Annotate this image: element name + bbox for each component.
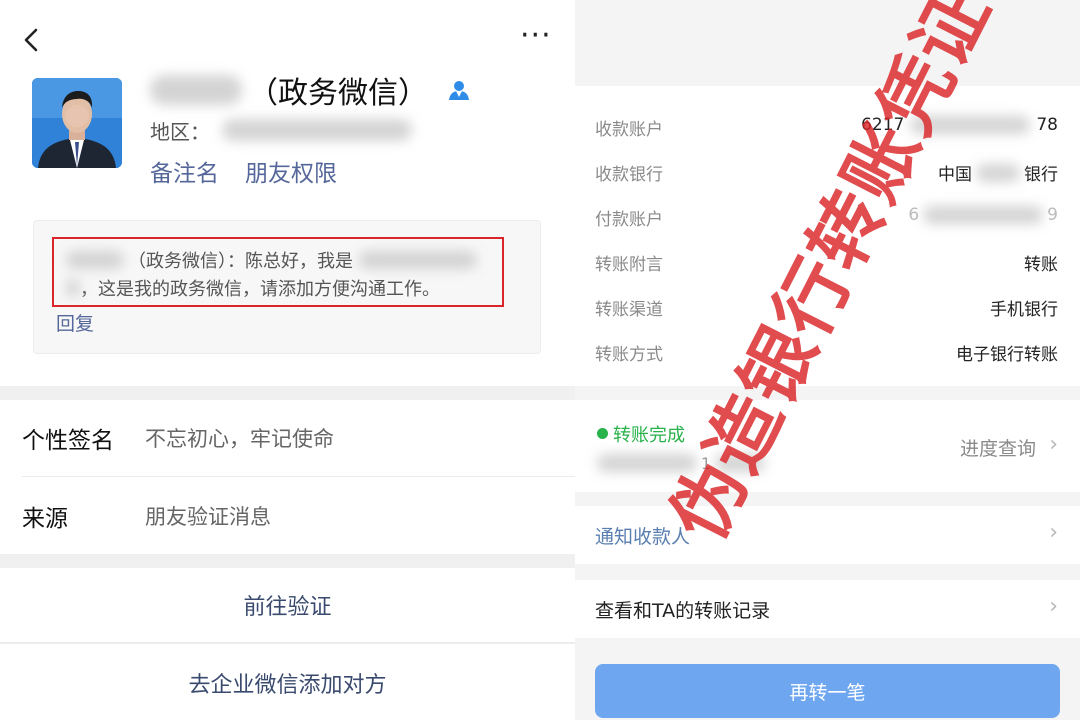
signature-value: 不忘初心，牢记使命 <box>145 427 334 451</box>
detail-row-payee-account: 收款账户 6217 78 <box>575 112 1080 142</box>
message-line-2: ，这是我的政务微信，请添加方便沟通工作。 <box>66 275 440 301</box>
back-arrow-icon[interactable] <box>18 24 46 56</box>
section-divider <box>0 386 575 400</box>
detail-value: 转账 <box>1024 255 1058 275</box>
chevron-right-icon: › <box>1049 594 1058 619</box>
progress-query-link[interactable]: 进度查询 <box>960 434 1036 461</box>
wechat-contact-profile: ··· （政务微信） 地区： 备注名 朋友权限 （政务微信）：陈总好，我是 ，这… <box>0 0 575 720</box>
detail-label: 转账方式 <box>595 345 663 365</box>
contact-name-row: （政务微信） <box>150 68 472 112</box>
highlighted-message-box: （政务微信）：陈总好，我是 ，这是我的政务微信，请添加方便沟通工作。 <box>52 237 504 307</box>
source-value: 朋友验证消息 <box>145 505 271 529</box>
detail-row-memo: 转账附言 转账 <box>575 247 1080 277</box>
source-label: 来源 <box>22 506 68 532</box>
detail-row-payee-bank: 收款银行 中国 银行 <box>575 157 1080 187</box>
message-line-1-text: （政务微信）：陈总好，我是 <box>128 251 353 272</box>
redacted-region <box>222 119 412 141</box>
go-verify-button[interactable]: 前往验证 <box>0 568 575 642</box>
remark-row: 备注名 朋友权限 <box>150 154 337 188</box>
transfer-details-card: 收款账户 6217 78 收款银行 中国 银行 付款账户 6 9 转账附言 转账… <box>575 86 1080 386</box>
status-text: 转账完成 <box>613 425 685 446</box>
detail-value: 中国 银行 <box>938 163 1058 185</box>
detail-value: 手机银行 <box>990 300 1058 320</box>
remark-name-link[interactable]: 备注名 <box>150 154 219 188</box>
region-row: 地区： <box>150 115 412 145</box>
section-divider <box>0 554 575 568</box>
avatar[interactable] <box>32 78 122 168</box>
status-amount: 1 <box>597 453 765 473</box>
status-dot-icon <box>597 428 608 439</box>
row-divider <box>22 476 575 477</box>
transfer-records-label[interactable]: 查看和TA的转账记录 <box>595 596 770 623</box>
bank-transfer-receipt: 收款账户 6217 78 收款银行 中国 银行 付款账户 6 9 转账附言 转账… <box>575 0 1080 720</box>
source-row: 来源 朋友验证消息 <box>0 478 575 554</box>
detail-row-channel: 转账渠道 手机银行 <box>575 292 1080 322</box>
reply-link[interactable]: 回复 <box>56 309 94 336</box>
signature-label: 个性签名 <box>22 428 114 454</box>
row-divider <box>0 642 575 644</box>
message-line-1: （政务微信）：陈总好，我是 <box>66 247 477 273</box>
friend-permission-link[interactable]: 朋友权限 <box>245 154 337 188</box>
detail-label: 转账附言 <box>595 255 663 275</box>
detail-value: 6217 78 <box>861 115 1058 135</box>
detail-label: 收款账户 <box>595 120 663 140</box>
contact-icon[interactable] <box>446 77 472 103</box>
detail-label: 转账渠道 <box>595 300 663 320</box>
detail-row-payer-account: 付款账户 6 9 <box>575 202 1080 232</box>
chevron-right-icon: › <box>1049 432 1058 457</box>
detail-row-method: 转账方式 电子银行转账 <box>575 337 1080 367</box>
add-via-enterprise-wechat-button[interactable]: 去企业微信添加对方 <box>0 646 575 720</box>
notify-payee-label[interactable]: 通知收款人 <box>595 522 690 549</box>
signature-row: 个性签名 不忘初心，牢记使命 <box>0 400 575 476</box>
transfer-again-button[interactable]: 再转一笔 <box>595 664 1060 718</box>
detail-value: 电子银行转账 <box>956 345 1058 365</box>
contact-name-suffix: （政务微信） <box>248 76 428 111</box>
redacted-name <box>150 75 242 105</box>
message-line-2-text: ，这是我的政务微信，请添加方便沟通工作。 <box>80 279 440 300</box>
detail-label: 付款账户 <box>595 210 663 230</box>
detail-label: 收款银行 <box>595 165 663 185</box>
detail-value: 6 9 <box>908 205 1058 225</box>
verification-message-card: （政务微信）：陈总好，我是 ，这是我的政务微信，请添加方便沟通工作。 回复 <box>33 220 541 354</box>
chevron-right-icon: › <box>1049 520 1058 545</box>
region-label: 地区： <box>150 119 210 144</box>
more-dots-icon[interactable]: ··· <box>520 21 554 51</box>
